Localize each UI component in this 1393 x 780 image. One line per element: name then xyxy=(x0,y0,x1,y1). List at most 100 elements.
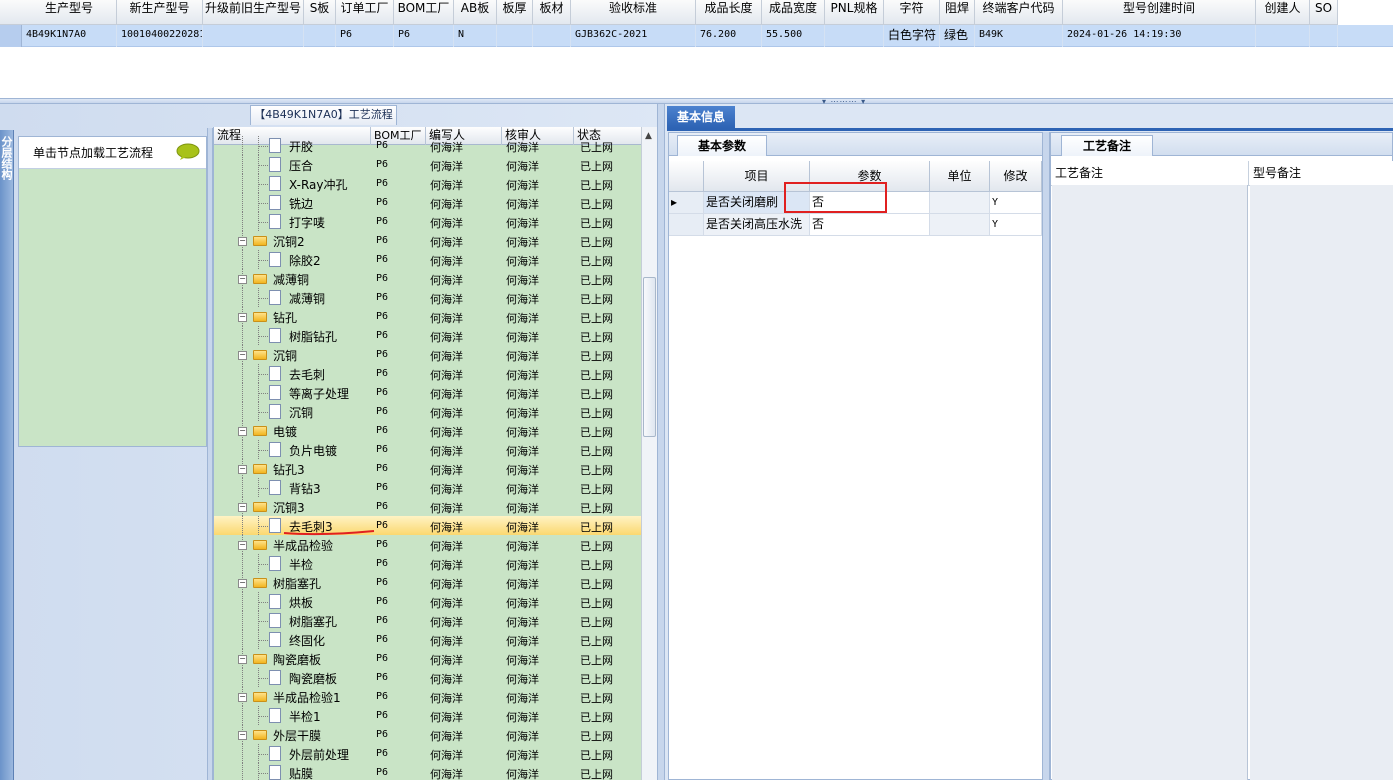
param-cell-modify[interactable]: Y xyxy=(990,214,1042,236)
tree-row[interactable]: 终固化 P6 何海洋 何海洋 已上网 xyxy=(214,630,641,649)
grid-col-header[interactable]: PNL规格 xyxy=(825,0,884,25)
tree-row[interactable]: 背钻3 P6 何海洋 何海洋 已上网 xyxy=(214,478,641,497)
grid-cell[interactable]: P6 xyxy=(336,25,394,47)
grid-col-header[interactable]: 成品长度 xyxy=(696,0,762,25)
tree-row[interactable]: − 沉铜2 P6 何海洋 何海洋 已上网 xyxy=(214,231,641,250)
grid-cell[interactable] xyxy=(203,25,304,47)
right-splitter[interactable] xyxy=(1042,132,1050,780)
param-cell-value[interactable]: 否 xyxy=(810,214,930,236)
grid-cell[interactable]: P6 xyxy=(394,25,454,47)
grid-cell[interactable] xyxy=(533,25,571,47)
grid-cell[interactable]: 白色字符 xyxy=(884,25,940,47)
tree-row[interactable]: X-Ray冲孔 P6 何海洋 何海洋 已上网 xyxy=(214,174,641,193)
col-model-notes[interactable]: 型号备注 xyxy=(1249,161,1393,186)
col-unit[interactable]: 单位 xyxy=(930,161,990,192)
tree-row[interactable]: − 钻孔3 P6 何海洋 何海洋 已上网 xyxy=(214,459,641,478)
tab-basic-info[interactable]: 基本信息 xyxy=(667,106,735,128)
tree-row[interactable]: 减薄铜 P6 何海洋 何海洋 已上网 xyxy=(214,288,641,307)
collapse-icon[interactable]: − xyxy=(238,731,247,740)
grid-col-header[interactable]: 创建人 xyxy=(1256,0,1310,25)
collapse-icon[interactable]: − xyxy=(238,237,247,246)
tree-row[interactable]: 打字唛 P6 何海洋 何海洋 已上网 xyxy=(214,212,641,231)
grid-cell[interactable] xyxy=(304,25,336,47)
grid-cell[interactable]: 绿色 xyxy=(940,25,975,47)
col-modify[interactable]: 修改 xyxy=(990,161,1042,192)
grid-cell[interactable]: 2024-01-26 14:19:30 xyxy=(1063,25,1256,47)
grid-col-header[interactable]: SO xyxy=(1310,0,1338,25)
grid-col-header[interactable]: 板材 xyxy=(533,0,571,25)
grid-col-header[interactable]: BOM工厂 xyxy=(394,0,454,25)
tab-process-notes[interactable]: 工艺备注 xyxy=(1061,135,1153,156)
grid-col-header[interactable]: 终端客户代码 xyxy=(975,0,1063,25)
tree-row[interactable]: 负片电镀 P6 何海洋 何海洋 已上网 xyxy=(214,440,641,459)
grid-col-header[interactable]: 新生产型号 xyxy=(117,0,203,25)
grid-col-header[interactable]: AB板 xyxy=(454,0,497,25)
tree-scrollbar[interactable]: ▲ xyxy=(641,127,657,780)
grid-col-header[interactable]: 阻焊 xyxy=(940,0,975,25)
tree-row[interactable]: 开胶 P6 何海洋 何海洋 已上网 xyxy=(214,136,641,155)
tree-row[interactable]: 铣边 P6 何海洋 何海洋 已上网 xyxy=(214,193,641,212)
col-process-notes[interactable]: 工艺备注 xyxy=(1051,161,1249,186)
vertical-tab-structure[interactable]: 分层结构 xyxy=(0,130,14,780)
tree-row[interactable]: 陶瓷磨板 P6 何海洋 何海洋 已上网 xyxy=(214,668,641,687)
tree-row[interactable]: 沉铜 P6 何海洋 何海洋 已上网 xyxy=(214,402,641,421)
grid-cell[interactable]: 4B49K1N7A0 xyxy=(22,25,117,47)
tree-row[interactable]: 贴膜 P6 何海洋 何海洋 已上网 xyxy=(214,763,641,780)
grid-col-header[interactable]: 订单工厂 xyxy=(336,0,394,25)
tree-row[interactable]: − 沉铜 P6 何海洋 何海洋 已上网 xyxy=(214,345,641,364)
param-cell-modify[interactable]: Y xyxy=(990,192,1042,214)
grid-col-header[interactable]: 字符 xyxy=(884,0,940,25)
grid-col-header[interactable]: 验收标准 xyxy=(571,0,696,25)
middle-splitter[interactable] xyxy=(657,104,665,780)
scroll-up-icon[interactable]: ▲ xyxy=(645,131,652,141)
tree-row[interactable]: − 树脂塞孔 P6 何海洋 何海洋 已上网 xyxy=(214,573,641,592)
grid-cell[interactable] xyxy=(1310,25,1338,47)
param-cell-item[interactable]: 是否关闭高压水洗 xyxy=(704,214,810,236)
tree-row[interactable]: 外层前处理 P6 何海洋 何海洋 已上网 xyxy=(214,744,641,763)
row-indicator[interactable]: ▸ xyxy=(669,192,704,214)
process-notes-textarea[interactable] xyxy=(1052,185,1248,780)
row-indicator[interactable] xyxy=(0,25,22,47)
param-cell-unit[interactable] xyxy=(930,214,990,236)
scroll-thumb[interactable] xyxy=(643,277,656,437)
collapse-icon[interactable]: − xyxy=(238,579,247,588)
collapse-icon[interactable]: − xyxy=(238,427,247,436)
tree-row[interactable]: 压合 P6 何海洋 何海洋 已上网 xyxy=(214,155,641,174)
grid-col-header[interactable]: S板 xyxy=(304,0,336,25)
grid-cell[interactable]: 10010400220281 xyxy=(117,25,203,47)
grid-cell[interactable]: B49K xyxy=(975,25,1063,47)
collapse-icon[interactable]: − xyxy=(238,465,247,474)
tree-row[interactable]: 等离子处理 P6 何海洋 何海洋 已上网 xyxy=(214,383,641,402)
row-indicator[interactable] xyxy=(669,214,704,236)
tree-row[interactable]: 半检 P6 何海洋 何海洋 已上网 xyxy=(214,554,641,573)
grid-cell[interactable]: GJB362C-2021 xyxy=(571,25,696,47)
tree-row[interactable]: − 半成品检验1 P6 何海洋 何海洋 已上网 xyxy=(214,687,641,706)
hint-header[interactable]: 单击节点加载工艺流程 xyxy=(19,137,206,169)
tree-row[interactable]: 树脂塞孔 P6 何海洋 何海洋 已上网 xyxy=(214,611,641,630)
tree-row[interactable]: 树脂钻孔 P6 何海洋 何海洋 已上网 xyxy=(214,326,641,345)
tree-row[interactable]: 除胶2 P6 何海洋 何海洋 已上网 xyxy=(214,250,641,269)
grid-cell[interactable] xyxy=(1256,25,1310,47)
collapse-icon[interactable]: − xyxy=(238,351,247,360)
grid-cell[interactable] xyxy=(497,25,533,47)
tree-row[interactable]: − 钻孔 P6 何海洋 何海洋 已上网 xyxy=(214,307,641,326)
tree-row[interactable]: − 外层干膜 P6 何海洋 何海洋 已上网 xyxy=(214,725,641,744)
collapse-icon[interactable]: − xyxy=(238,541,247,550)
tree-row[interactable]: 半检1 P6 何海洋 何海洋 已上网 xyxy=(214,706,641,725)
grid-cell[interactable]: 76.200 xyxy=(696,25,762,47)
tree-row[interactable]: − 减薄铜 P6 何海洋 何海洋 已上网 xyxy=(214,269,641,288)
tab-basic-params[interactable]: 基本参数 xyxy=(677,135,767,156)
grid-col-header[interactable]: 升级前旧生产型号 xyxy=(203,0,304,25)
tab-process-flow[interactable]: 【4B49K1N7A0】工艺流程 xyxy=(250,105,397,125)
grid-col-header[interactable]: 生产型号 xyxy=(0,0,117,25)
tree-row[interactable]: − 陶瓷磨板 P6 何海洋 何海洋 已上网 xyxy=(214,649,641,668)
grid-col-header[interactable]: 成品宽度 xyxy=(762,0,825,25)
model-notes-textarea[interactable] xyxy=(1250,185,1393,780)
collapse-icon[interactable]: − xyxy=(238,655,247,664)
tree-row[interactable]: 去毛刺 P6 何海洋 何海洋 已上网 xyxy=(214,364,641,383)
grid-cell[interactable]: N xyxy=(454,25,497,47)
tree-row[interactable]: 烘板 P6 何海洋 何海洋 已上网 xyxy=(214,592,641,611)
collapse-icon[interactable]: − xyxy=(238,503,247,512)
grid-col-header[interactable]: 板厚 xyxy=(497,0,533,25)
grid-col-header[interactable]: 型号创建时间 xyxy=(1063,0,1256,25)
